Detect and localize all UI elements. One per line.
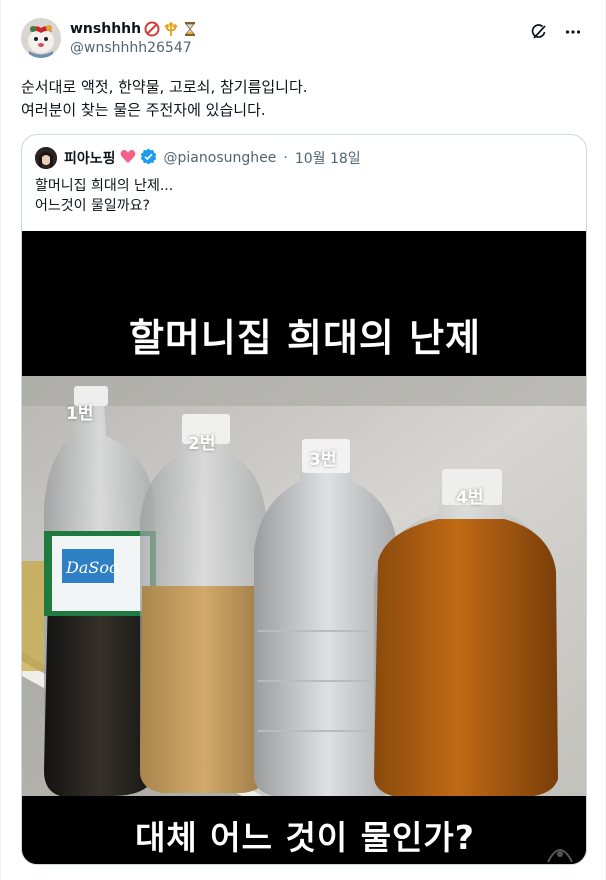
watermark-icon: [546, 842, 574, 864]
quote-avatar-image: [35, 147, 57, 169]
tweet-text-line: 순서대로 액젓, 한약물, 고로쇠, 참기름입니다.: [21, 78, 308, 96]
more-icon[interactable]: [561, 20, 585, 44]
bottle-label-3: 3번: [309, 450, 337, 470]
hourglass-icon: [182, 21, 198, 37]
bottle-label-4: 4번: [456, 488, 484, 508]
quote-text-line: 할머니집 희대의 난제...: [35, 178, 174, 194]
quote-date[interactable]: 10월 18일: [295, 148, 361, 168]
tweet-card: wnshhhh @wnshhhh26547 순서대로 액젓, 한약물, 고로쇠,…: [0, 0, 606, 880]
image-caption-top: 할머니집 희대의 난제: [128, 316, 482, 360]
quote-header: 피아노핑 @pianosunghee · 10월 18일: [35, 147, 361, 169]
quoted-tweet[interactable]: 피아노핑 @pianosunghee · 10월 18일 할머니집 희대의 난제…: [21, 134, 587, 865]
author-avatar-image: [21, 18, 61, 58]
meta-separator: ·: [283, 150, 288, 166]
quote-author-name[interactable]: 피아노핑: [64, 148, 116, 168]
bottle-brand-text: DaSoo: [65, 558, 119, 577]
author-name-row[interactable]: wnshhhh: [70, 19, 198, 39]
bottle-label-1: 1번: [66, 404, 94, 424]
tweet-actions: [527, 20, 585, 44]
tweet-text-line: 여러분이 찾는 물은 주전자에 있습니다.: [21, 101, 266, 119]
author-display-name[interactable]: wnshhhh: [70, 21, 141, 37]
verified-badge-icon: [140, 148, 157, 169]
grok-icon[interactable]: [527, 20, 551, 44]
quote-text-line: 어느것이 물일까요?: [35, 198, 150, 214]
quote-media-image[interactable]: DaSoo 할머니집 희대의 난제 대체 어느 것이 물인가? 1번 2번 3번…: [22, 231, 586, 864]
no-entry-icon: [144, 21, 160, 37]
quote-author-handle[interactable]: @pianosunghee: [164, 150, 277, 166]
trident-icon: [163, 21, 179, 37]
tweet-text: 순서대로 액젓, 한약물, 고로쇠, 참기름입니다. 여러분이 찾는 물은 주전…: [21, 76, 581, 122]
bottle-label-2: 2번: [188, 434, 216, 454]
heart-icon: [120, 149, 136, 168]
quote-author-avatar[interactable]: [35, 147, 57, 169]
quote-text: 할머니집 희대의 난제... 어느것이 물일까요?: [35, 176, 173, 216]
image-caption-bottom: 대체 어느 것이 물인가?: [135, 818, 475, 857]
author-avatar[interactable]: [21, 18, 61, 58]
author-handle[interactable]: @wnshhhh26547: [70, 40, 192, 56]
